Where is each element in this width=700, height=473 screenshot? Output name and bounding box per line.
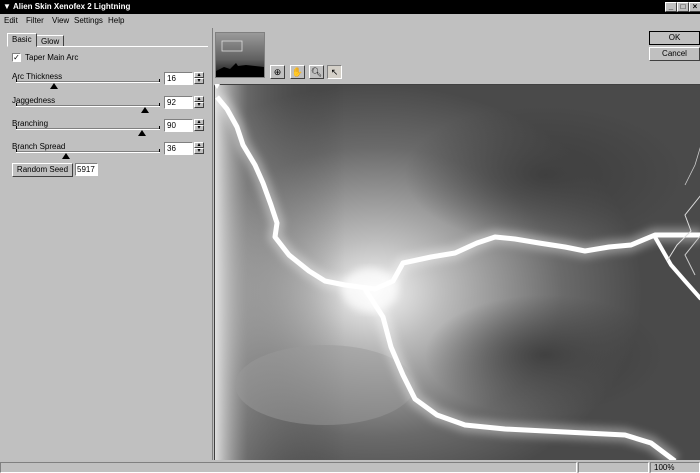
slider-spinner[interactable]: ▴ ▾ xyxy=(194,142,204,155)
slider-tick xyxy=(159,149,160,152)
thumbnail-image xyxy=(216,33,264,77)
menu-filter[interactable]: Filter xyxy=(26,16,44,25)
slider-tick xyxy=(16,79,17,82)
spin-down-icon[interactable]: ▾ xyxy=(194,125,204,131)
slider-label: Branching xyxy=(12,119,49,128)
slider-label: Branch Spread xyxy=(12,142,66,151)
system-menu-icon[interactable]: ▼ xyxy=(3,0,11,14)
seed-value-field[interactable]: 5917 xyxy=(75,163,98,176)
tab-panel-border xyxy=(7,46,208,47)
slider-value-field[interactable]: 92 xyxy=(164,96,193,109)
menu-help[interactable]: Help xyxy=(108,16,124,25)
slider-label: Jaggedness xyxy=(12,96,56,105)
tab-basic[interactable]: Basic xyxy=(7,33,37,47)
arrow-pointer-icon[interactable]: ↖ xyxy=(327,65,342,79)
random-seed-button[interactable]: Random Seed xyxy=(12,163,73,177)
slider-spinner[interactable]: ▴ ▾ xyxy=(194,72,204,85)
menu-view[interactable]: View xyxy=(52,16,69,25)
maximize-button[interactable]: □ xyxy=(677,2,689,12)
panel-divider xyxy=(212,28,213,460)
slider-track[interactable] xyxy=(16,105,160,107)
slider-tick xyxy=(16,103,17,106)
minimize-button[interactable]: _ xyxy=(665,2,677,12)
cancel-button[interactable]: Cancel xyxy=(649,47,700,61)
ruler-marker xyxy=(214,84,220,89)
status-bar-middle xyxy=(578,462,649,473)
spin-down-icon[interactable]: ▾ xyxy=(194,78,204,84)
close-button[interactable]: × xyxy=(689,2,700,12)
taper-main-arc-checkbox[interactable]: ✓ xyxy=(12,53,21,62)
preview-zoom-tool-icon[interactable]: ⊕ xyxy=(270,65,285,79)
lightning-preview-image xyxy=(215,85,700,460)
slider-tick xyxy=(159,126,160,129)
menu-bar: Edit Filter View Settings Help xyxy=(0,14,700,28)
slider-thumb[interactable] xyxy=(62,153,71,159)
main-preview[interactable] xyxy=(214,84,700,460)
spin-down-icon[interactable]: ▾ xyxy=(194,102,204,108)
hand-icon[interactable]: ✋ xyxy=(290,65,305,79)
menu-edit[interactable]: Edit xyxy=(4,16,18,25)
slider-label: Arc Thickness xyxy=(12,72,63,81)
slider-value-field[interactable]: 16 xyxy=(164,72,193,85)
slider-thumb[interactable] xyxy=(49,83,58,89)
slider-thumb[interactable] xyxy=(140,107,149,113)
slider-tick xyxy=(159,103,160,106)
slider-thumb[interactable] xyxy=(138,130,146,136)
slider-spinner[interactable]: ▴ ▾ xyxy=(194,119,204,132)
ok-button[interactable]: OK xyxy=(649,31,700,45)
zoom-level: 100% xyxy=(650,462,700,473)
window-title: Alien Skin Xenofex 2 Lightning xyxy=(13,2,131,11)
taper-main-arc-label: Taper Main Arc xyxy=(25,53,79,62)
slider-tick xyxy=(16,149,17,152)
slider-value-field[interactable]: 90 xyxy=(164,119,193,132)
title-bar: ▼ Alien Skin Xenofex 2 Lightning _ □ × xyxy=(0,0,700,14)
slider-tick xyxy=(159,79,160,82)
slider-spinner[interactable]: ▴ ▾ xyxy=(194,96,204,109)
slider-track[interactable] xyxy=(16,151,160,153)
magnifier-icon[interactable]: 🔍︎ xyxy=(309,65,324,79)
spin-down-icon[interactable]: ▾ xyxy=(194,148,204,154)
thumbnail-preview[interactable] xyxy=(215,32,265,78)
slider-tick xyxy=(16,126,17,129)
slider-value-field[interactable]: 36 xyxy=(164,142,193,155)
menu-settings[interactable]: Settings xyxy=(74,16,103,25)
status-bar-left xyxy=(0,462,577,473)
slider-track[interactable] xyxy=(16,81,160,83)
